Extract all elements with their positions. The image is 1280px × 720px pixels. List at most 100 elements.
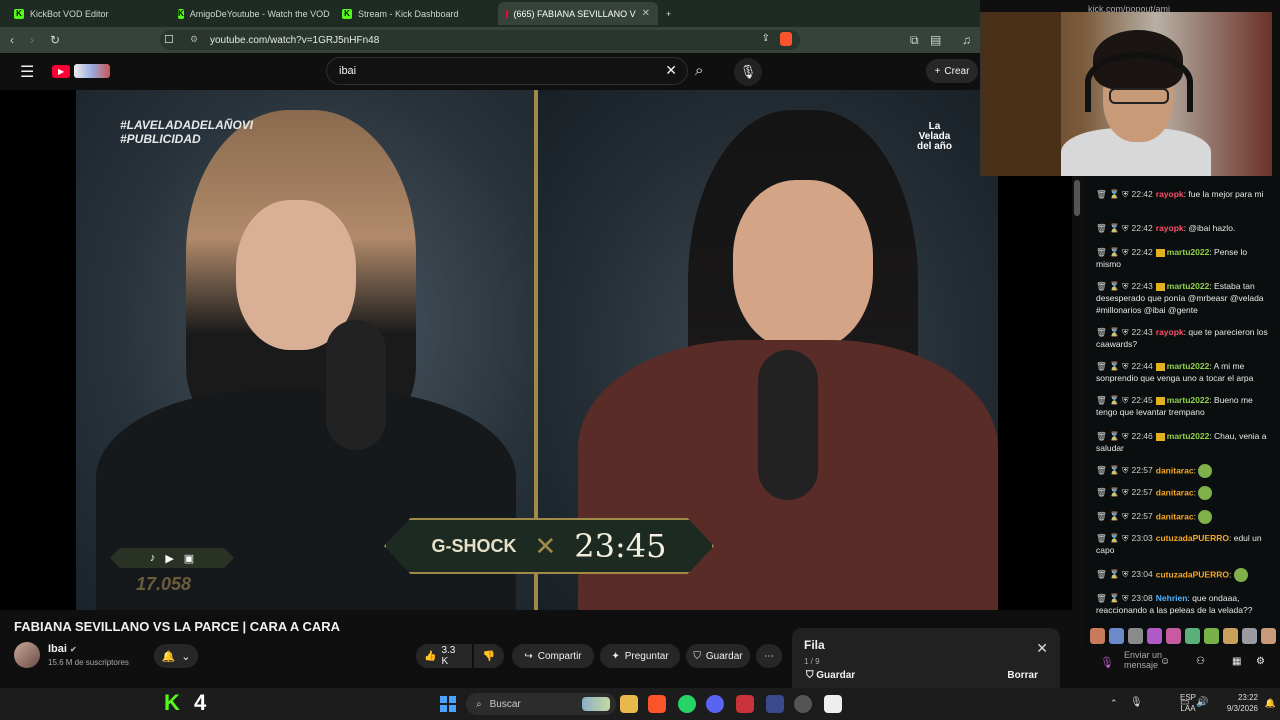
media-icon[interactable]: ♫ [962, 33, 971, 47]
mod-tools-icon[interactable]: 🗑 ⌛ ⛨ [1096, 487, 1128, 497]
channel-avatar[interactable] [14, 642, 40, 668]
system-clock[interactable]: 23:22 9/3/2026 [1227, 692, 1258, 714]
forward-icon[interactable]: › [30, 33, 34, 47]
chat-message[interactable]: 🗑 ⌛ ⛨ 22:57 danitarac: [1096, 486, 1274, 500]
voice-search-button[interactable]: 🎙 [734, 58, 762, 86]
new-tab-button[interactable]: + [662, 2, 682, 25]
chat-username[interactable]: danitarac [1156, 487, 1194, 497]
extensions-icon[interactable]: ⧉ [910, 33, 919, 48]
mod-tools-icon[interactable]: 🗑 ⌛ ⛨ [1096, 511, 1128, 521]
file-explorer-icon[interactable] [620, 695, 638, 713]
notifications-icon[interactable]: 🔔 [1265, 698, 1276, 709]
emote-icon[interactable] [1109, 628, 1124, 644]
discord-icon[interactable] [706, 695, 724, 713]
emote-icon[interactable] [1166, 628, 1181, 644]
mod-tools-icon[interactable]: 🗑 ⌛ ⛨ [1096, 465, 1128, 475]
chat-message[interactable]: 🗑 ⌛ ⛨ 22:45 martu2022: Bueno me tengo que … [1096, 394, 1274, 418]
close-icon[interactable]: ✕ [642, 8, 650, 19]
queue-save-button[interactable]: ⛉ Guardar [806, 670, 855, 681]
mod-tools-icon[interactable]: 🗑 ⌛ ⛨ [1096, 327, 1128, 337]
chat-input[interactable]: Enviar un mensaje [1124, 650, 1164, 670]
chat-username[interactable]: rayopk [1156, 189, 1184, 199]
doodle-logo-icon[interactable] [74, 64, 110, 78]
chevron-up-icon[interactable]: ⌃ [1110, 698, 1118, 709]
chat-username[interactable]: martu2022 [1167, 247, 1210, 257]
chat-message[interactable]: 🗑 ⌛ ⛨ 22:57 danitarac: [1096, 464, 1274, 478]
notifications-button[interactable]: 🔔 ⌄ [154, 644, 198, 668]
chat-username[interactable]: cutuzadaPUERRO [1156, 569, 1229, 579]
emote-icon[interactable] [1242, 628, 1257, 644]
chat-username[interactable]: cutuzadaPUERRO [1156, 533, 1229, 543]
chat-message[interactable]: 🗑 ⌛ ⛨ 22:44 martu2022: A mi me sonprendio … [1096, 360, 1274, 384]
reload-icon[interactable]: ↻ [50, 33, 60, 47]
browser-tab-kick-dashboard[interactable]: K Stream - Kick Dashboard [334, 2, 494, 25]
youtube-logo-icon[interactable]: ▶ [52, 65, 70, 78]
chat-message[interactable]: 🗑 ⌛ ⛨ 22:42 rayopk: @ibai hazlo. [1096, 222, 1274, 234]
network-icon[interactable]: ▭ [1180, 697, 1189, 708]
chat-username[interactable]: martu2022 [1167, 431, 1210, 441]
emoji-icon[interactable]: ☺ [1160, 656, 1170, 667]
address-bar[interactable]: ☐ ⚙ youtube.com/watch?v=1GRJ5nHFn48 ⇪ [160, 30, 800, 50]
create-button[interactable]: + Crear [926, 59, 978, 83]
emote-icon[interactable] [1128, 628, 1143, 644]
bookmark-icon[interactable]: ☐ [164, 33, 174, 46]
dislike-button[interactable]: 👎 [474, 644, 504, 668]
windows-start-icon[interactable] [440, 696, 456, 712]
share-button[interactable]: ↪ Compartir [512, 644, 594, 668]
obs-icon[interactable] [794, 695, 812, 713]
more-actions-button[interactable]: ⋯ [756, 644, 782, 668]
chat-message[interactable]: 🗑 ⌛ ⛨ 22:43 martu2022: Estaba tan desesper… [1096, 280, 1274, 316]
back-icon[interactable]: ‹ [10, 33, 14, 47]
microphone-icon[interactable]: 🎙 [1130, 697, 1143, 708]
emote-icon[interactable] [1204, 628, 1219, 644]
video-frame[interactable]: #LAVELADADELAÑOVI #PUBLICIDAD La Velada … [76, 90, 998, 610]
browser-tab-youtube[interactable]: (665) FABIANA SEVILLANO V ✕ [498, 2, 658, 25]
sidebar-icon[interactable]: ▤ [930, 33, 941, 47]
emote-icon[interactable] [1261, 628, 1276, 644]
chat-username[interactable]: martu2022 [1167, 395, 1210, 405]
microphone-icon[interactable]: 🎙 [1100, 656, 1114, 669]
chat-username[interactable]: martu2022 [1167, 361, 1210, 371]
chat-username[interactable]: danitarac [1156, 465, 1194, 475]
settings-icon[interactable]: ⚙ [1256, 656, 1265, 667]
taskbar-search[interactable]: ⌕ Buscar [466, 693, 616, 715]
app-icon[interactable] [824, 695, 842, 713]
channel-name[interactable]: Ibai ✔ [48, 643, 77, 655]
chat-username[interactable]: rayopk [1156, 223, 1184, 233]
queue-clear-button[interactable]: Borrar [1007, 670, 1038, 681]
chat-message[interactable]: 🗑 ⌛ ⛨ 23:08 Nehrien: que ondaaa, reacciona… [1096, 592, 1274, 616]
chat-message[interactable]: 🗑 ⌛ ⛨ 22:42 rayopk: fue la mejor para mi [1096, 188, 1274, 200]
like-button[interactable]: 👍 3.3 K [416, 644, 472, 668]
chat-username[interactable]: danitarac [1156, 511, 1194, 521]
page-scrollbar[interactable] [1074, 180, 1080, 216]
kick-logo-icon[interactable]: K [164, 690, 180, 716]
clear-search-icon[interactable]: ✕ [665, 62, 677, 79]
chat-message[interactable]: 🗑 ⌛ ⛨ 22:42 martu2022: Pense lo mismo [1096, 246, 1274, 270]
chat-message[interactable]: 🗑 ⌛ ⛨ 22:43 rayopk: que te parecieron los … [1096, 326, 1274, 350]
mod-tools-icon[interactable]: 🗑 ⌛ ⛨ [1096, 533, 1128, 543]
menu-icon[interactable]: ☰ [20, 62, 34, 82]
mod-tools-icon[interactable]: 🗑 ⌛ ⛨ [1096, 569, 1128, 579]
emote-icon[interactable] [1090, 628, 1105, 644]
emote-icon[interactable] [1185, 628, 1200, 644]
search-icon[interactable]: ⌕ [695, 62, 703, 79]
brave-icon[interactable] [648, 695, 666, 713]
chat-message[interactable]: 🗑 ⌛ ⛨ 22:57 danitarac: [1096, 510, 1274, 524]
mod-tools-icon[interactable]: 🗑 ⌛ ⛨ [1096, 223, 1128, 233]
mod-tools-icon[interactable]: 🗑 ⌛ ⛨ [1096, 247, 1128, 257]
chat-username[interactable]: martu2022 [1167, 281, 1210, 291]
chat-message[interactable]: 🗑 ⌛ ⛨ 23:03 cutuzadaPUERRO: edul un capo [1096, 532, 1274, 556]
browser-tab-kickbot[interactable]: K KickBot VOD Editor [6, 2, 166, 25]
browser-tab-amigo[interactable]: K AmigoDeYoutube - Watch the VOD o [170, 2, 330, 25]
search-input[interactable]: ibai ✕ [326, 57, 688, 85]
site-info-icon[interactable]: ⚙ [190, 34, 198, 45]
app-icon[interactable] [766, 695, 784, 713]
calendar-icon[interactable]: ▦ [1232, 656, 1241, 667]
recorder-icon[interactable] [736, 695, 754, 713]
save-button[interactable]: ⛉ Guardar [686, 644, 750, 668]
mod-tools-icon[interactable]: 🗑 ⌛ ⛨ [1096, 189, 1128, 199]
chat-message[interactable]: 🗑 ⌛ ⛨ 23:04 cutuzadaPUERRO: [1096, 568, 1274, 582]
users-icon[interactable]: ⚇ [1196, 656, 1205, 667]
ask-button[interactable]: ✦ Preguntar [600, 644, 680, 668]
emote-icon[interactable] [1147, 628, 1162, 644]
